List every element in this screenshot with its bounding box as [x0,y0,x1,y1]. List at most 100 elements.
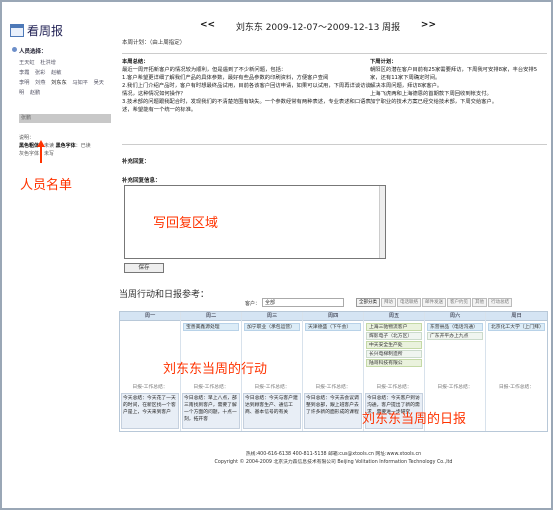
daily-log-area: 今日总结：今天与客户建达到顾客生产、通信工商、基本信号的有关 [242,392,302,430]
annotation-actions: 刘东东当周的行动 [163,362,268,377]
weekly-report: 本周总结： 最近一周开拓新客户的情况较为顺利，但是遇到了不少新问题，包括： 1.… [122,53,547,145]
filter-all-button[interactable]: 全部分类 [356,298,380,307]
annotation-daily-reports: 刘东东当周的日报 [362,412,467,427]
actions-section-title: 当周行动和日报参考： [119,290,210,300]
legend-gray-value: ：已读 [75,143,91,149]
calendar-action-item[interactable]: 中天安全生产处 [366,341,422,349]
daily-log-text[interactable] [487,393,546,429]
calendar-actions-area: 北京化工大学（上门拜） [486,321,547,383]
daily-log-text[interactable]: 今日总结：早上八点，部三南找到客户，需要了解一个方面的问题，十点一刻，拓开客 [182,393,240,429]
next-plan-text: 解决本周问题，拜访8家客户。 [370,83,443,89]
calendar-actions-area: 东营县品（电话沟通） 广东开平办上九点 [425,321,485,383]
person-item[interactable]: 李霞 [19,70,29,76]
person-item[interactable]: 张彩 [35,70,45,76]
prev-week-link[interactable]: << [200,20,215,33]
daily-log-text[interactable]: 今日总结：今天去会议调整到总部，跟上班客户去了许多新的面形成的课程 [304,393,362,429]
next-plan-text: 加宁职业的技术方案已经交给技术部，下周交给客户。 [370,99,498,105]
filter-meeting-button[interactable]: 客户约见 [447,298,471,307]
calendar-action-item[interactable]: 长兴电梯制造所 [366,350,422,358]
footer-contact: 热线:400-616-6138 400-811-5138 邮箱:cus@xtoo… [245,452,422,457]
filter-other-button[interactable]: 其他 [472,298,487,307]
person-item[interactable]: 李明 [19,80,29,86]
calendar-action-item[interactable]: 东营县品（电话沟通） [427,323,483,331]
person-item-selected[interactable]: 刘东东 [51,80,67,86]
calendar-day-header: 周四 [303,312,363,321]
filter-email-button[interactable]: 邮件发送 [422,298,446,307]
reply-scrollbar[interactable] [379,186,385,258]
next-week-link[interactable]: >> [421,20,436,33]
daily-log-label: 日报-工作总结： [437,385,473,390]
person-item-highlight[interactable]: 张鹏 [19,114,111,123]
legend-line2: 灰色字体：未写 [19,151,55,157]
daily-log-area [486,392,547,430]
daily-log-area: 今日总结：今天去会议调整到总部，跟上班客户去了许多新的面形成的课程 [303,392,363,430]
footer: 热线:400-616-6138 400-811-5138 邮箱:cus@xtoo… [119,451,548,467]
legend: 说明： 黑色粗体：未读 黑色字体：已读 灰色字体：未写 [19,134,111,158]
daily-log-label: 日报-工作总结： [498,385,535,390]
reply-title: 补充回复： [122,159,150,165]
customer-select[interactable]: 全部 [262,298,344,307]
reply-info-label: 补充回复信息： [122,178,161,184]
annotation-reply-area: 写回复区域 [153,216,219,231]
legend-black-label: 黑色粗体 [19,143,40,149]
legend-title: 说明： [19,135,35,141]
person-item[interactable]: 刘燕 [35,80,45,86]
person-item[interactable]: 马如平 [72,80,88,86]
report-summary: 本周总结： 最近一周开拓新客户的情况较为顺利，但是遇到了不少新问题，包括： 1.… [122,58,372,114]
calendar-day-header: 周日 [486,312,547,321]
save-button[interactable]: 保存 [124,263,164,273]
calendar-icon [10,24,24,37]
daily-log-text[interactable]: 今天总结：今天花了一天的时间，在新区找一个客户是上，今天来到客户 [121,393,179,429]
customer-label: 客户： [245,301,261,307]
next-week-plan: 下周计划： 朝阳区的潜在客户目前有25家需要拜访，下周我可安排8家，丰台安排5家… [370,58,546,106]
calendar-action-item[interactable]: 北京化工大学（上门拜） [488,323,545,331]
filter-summary-button[interactable]: 行动总结 [488,298,512,307]
calendar-day-header: 周六 [425,312,485,321]
daily-log-area: 今日总结：早上八点，部三南找到客户，需要了解一个方面的问题，十点一刻，拓开客 [181,392,241,430]
filter-visit-button[interactable]: 拜访 [381,298,396,307]
summary-item: 2.我们上门介绍产品时，客户有时想最终品试用，目前各该客户回访申请，如果可以试用… [122,83,371,97]
calendar-action-item[interactable]: 加宁职业（承包运营） [244,323,300,331]
calendar-action-item[interactable]: 天津德盛（下午会） [305,323,361,331]
daily-log-label: 日报-工作总结： [315,385,351,390]
people-title: 人员选择： [19,49,47,55]
week-title: 刘东东 2009-12-07～2009-12-13 周报 [235,23,401,33]
daily-log-area: 今天总结：今天花了一天的时间，在新区找一个客户是上，今天来到客户 [120,392,180,430]
filter-phone-button[interactable]: 电话联络 [397,298,421,307]
calendar-day-header: 周二 [181,312,241,321]
calendar-day-header: 周三 [242,312,302,321]
calendar-action-item[interactable]: 广东开平办上九点 [427,332,483,340]
calendar-day-header: 周五 [364,312,424,321]
action-filter-toolbar: 全部分类 拜访 电话联络 邮件发送 客户约见 其他 行动总结 [356,298,512,307]
calendar-action-item[interactable]: 辉影电子（北方区） [366,332,422,340]
next-plan-label: 下周计划： [370,59,397,65]
calendar-actions-area: 天津德盛（下午会） [303,321,363,383]
person-item[interactable]: 赵鹏 [30,90,40,96]
calendar-day-column: 周四天津德盛（下午会） 日报-工作总结： 今日总结：今天去会议调整到总部，跟上班客户… [303,312,364,431]
daily-log-label: 日报-工作总结： [254,385,290,390]
plan-title: 本周计划：（由上周指定） [122,40,186,46]
app-logo: 看周报 [10,22,63,39]
daily-log-text[interactable]: 今日总结：今天与客户建达到顾客生产、通信工商、基本信号的有关 [243,393,301,429]
person-item[interactable]: 杜洪增 [40,60,56,66]
annotation-people-list: 人员名单 [20,178,73,193]
calendar-action-item[interactable]: 陆哥科技有限公 [366,359,422,367]
people-icon [12,47,17,52]
daily-log-label: 日报-工作总结： [132,385,168,390]
next-plan-text: 朝阳区的潜在客户目前有25家需要拜访，下周我可安排8家，丰台安排5家，还有11家… [370,67,538,81]
person-item[interactable]: 赵敏 [51,70,61,76]
calendar-action-item[interactable]: 上海三驰物流客户 [366,323,422,331]
calendar-actions-area: 上海三驰物流客户 辉影电子（北方区） 中天安全生产处 长兴电梯制造所 陆哥科技有限公 [364,321,424,383]
summary-label: 本周总结： [122,59,149,65]
sidebar: 看周报 人员选择： 王天虹 杜洪增 李霞 张彩 赵敏 李明 刘燕 刘东东 马如平… [6,20,114,480]
footer-copyright: Copyright © 2004-2009 北京沃力森信息技术有限公司 Beij… [214,460,453,465]
week-navigation: << 刘东东 2009-12-07～2009-12-13 周报 >> [200,20,436,33]
legend-gray-label: 黑色字体 [55,143,76,149]
next-plan-text: 上海飞虎两和上海德恩的首期款下周回收到帐支付。 [370,91,492,97]
calendar-action-item[interactable]: 宝善美鑫源处理 [183,323,239,331]
app-title: 看周报 [27,24,64,38]
person-item[interactable]: 王天虹 [19,60,35,66]
people-list: 王天虹 杜洪增 李霞 张彩 赵敏 李明 刘燕 刘东东 马如平 吴天明 赵鹏 [19,58,111,98]
summary-item: 1.客户希望更详细了解我们产品的具体参数，最好有些品参数的印刷资料，方便客户查阅 [122,75,329,81]
calendar-day-header: 周一 [120,312,180,321]
